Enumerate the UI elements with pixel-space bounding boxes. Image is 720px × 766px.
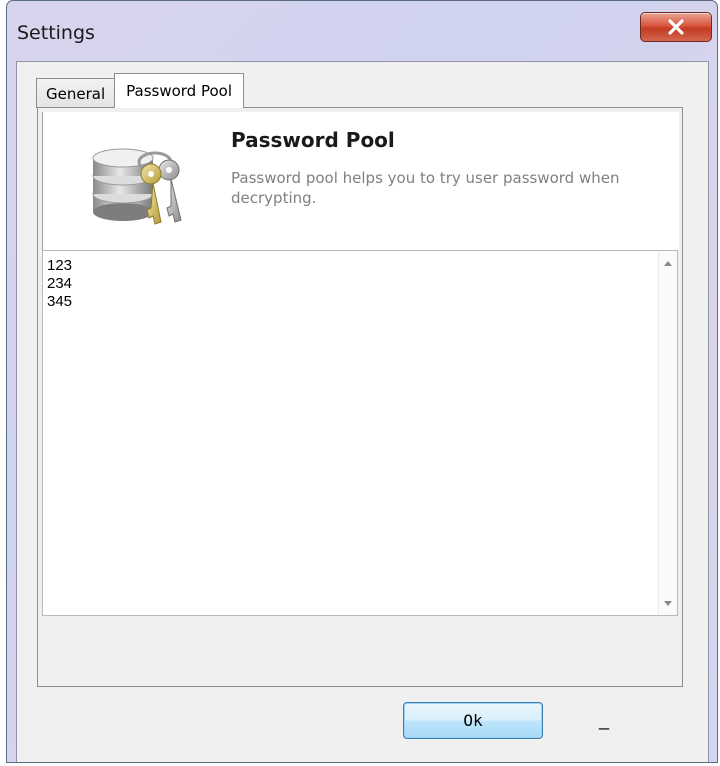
vertical-scrollbar[interactable] (658, 251, 677, 615)
title-bar[interactable]: Settings (7, 1, 717, 61)
tab-general[interactable]: General (36, 78, 116, 108)
password-entry: 345 (47, 293, 73, 310)
panel-title: Password Pool (231, 128, 395, 152)
ok-button[interactable]: Ok (403, 702, 543, 739)
panel-header: Password Pool Password pool helps you to… (42, 112, 679, 250)
scroll-down-icon[interactable] (662, 597, 674, 609)
password-list: 123 234 345 (47, 257, 72, 311)
password-pool-panel: Password Pool Password pool helps you to… (37, 107, 683, 687)
panel-description: Password pool helps you to try user pass… (231, 169, 620, 207)
keys-database-icon (92, 148, 182, 225)
password-entry: 123 (47, 257, 73, 274)
settings-window: Settings General Password Pool Password … (6, 0, 718, 763)
close-icon (668, 19, 684, 35)
close-button[interactable] (640, 12, 712, 42)
dialog-client-area: General Password Pool Password Pool Pass… (16, 61, 709, 762)
tab-strip: General Password Pool (36, 73, 244, 108)
scroll-up-icon[interactable] (662, 257, 674, 269)
minimize-glyph: _ (599, 710, 610, 730)
password-pool-textarea[interactable]: 123 234 345 (42, 250, 678, 616)
window-title: Settings (17, 22, 95, 44)
tab-password-pool[interactable]: Password Pool (114, 73, 244, 108)
password-entry: 234 (47, 275, 73, 292)
